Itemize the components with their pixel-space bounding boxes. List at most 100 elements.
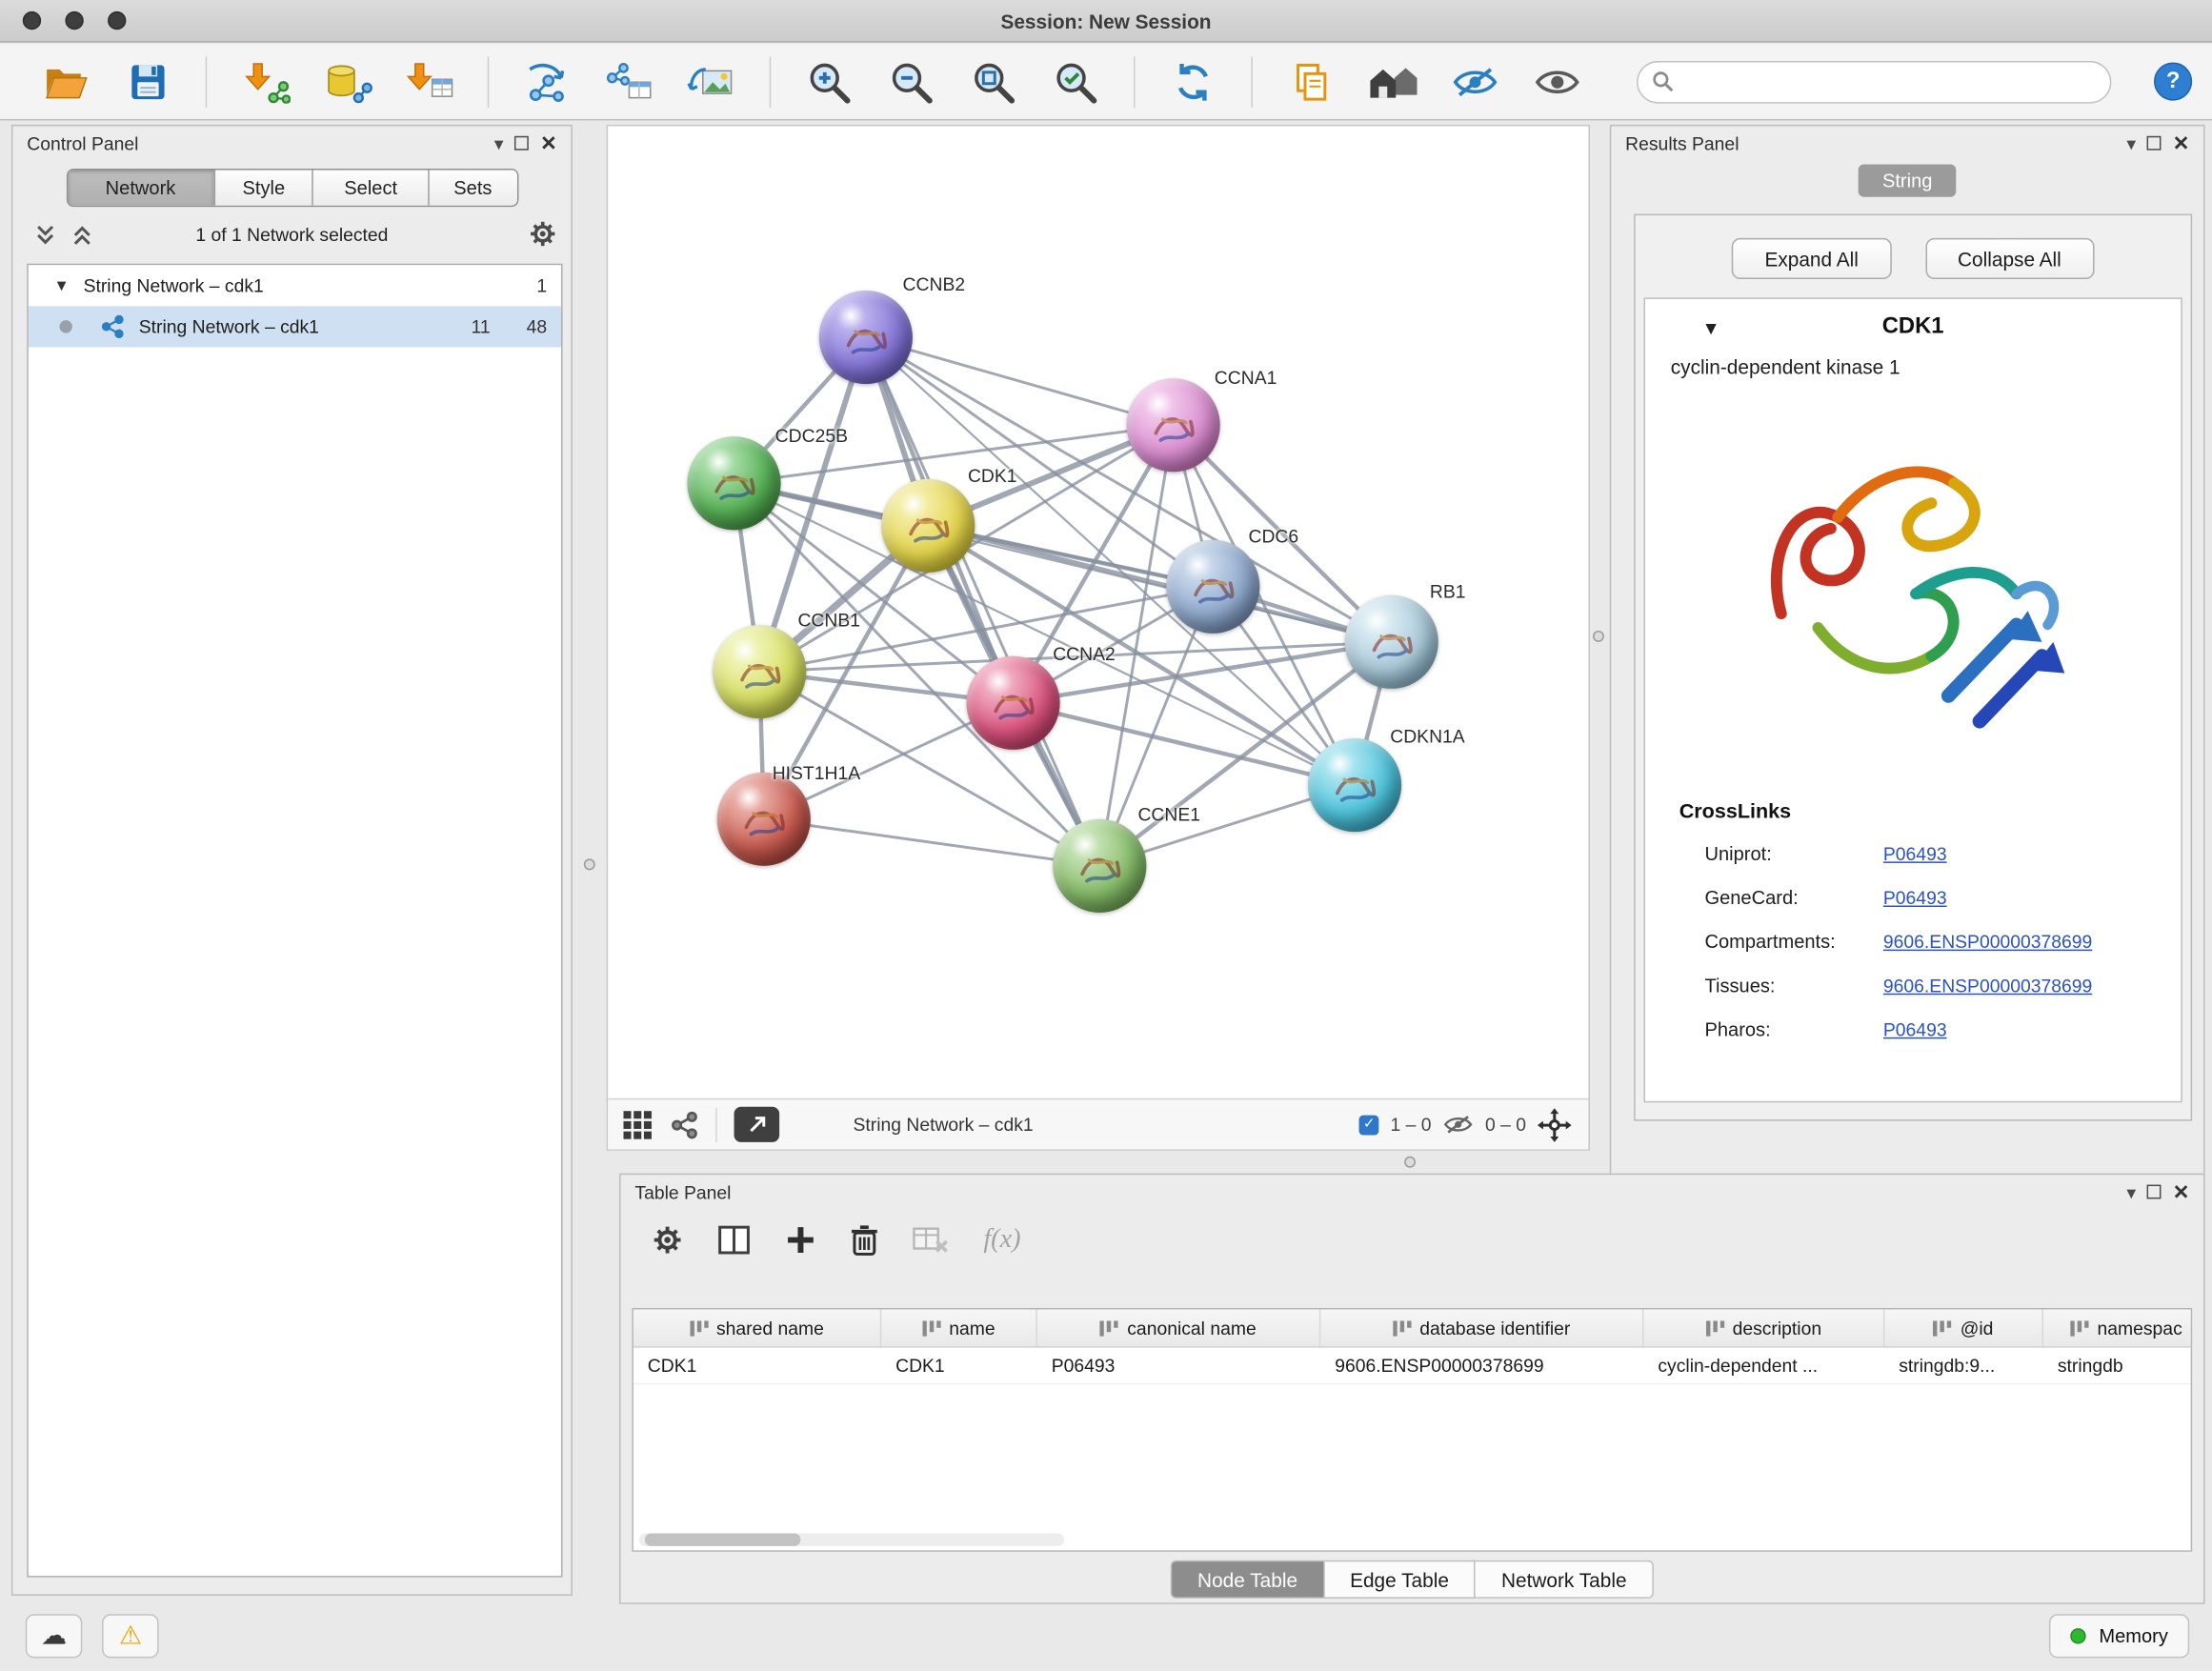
column-header--id[interactable]: @id bbox=[1884, 1309, 2043, 1346]
tab-network-table[interactable]: Network Table bbox=[1476, 1560, 1654, 1599]
tab-edge-table[interactable]: Edge Table bbox=[1324, 1560, 1476, 1599]
help-button[interactable]: ? bbox=[2154, 62, 2192, 100]
splitter-handle-right[interactable] bbox=[1593, 631, 1604, 642]
home-overview-button[interactable] bbox=[1361, 50, 1423, 112]
gear-icon[interactable] bbox=[529, 220, 557, 249]
close-panel-button[interactable]: ✕ bbox=[2173, 131, 2189, 155]
network-node-CDK1[interactable] bbox=[881, 479, 975, 573]
copy-document-button[interactable] bbox=[1279, 50, 1341, 112]
selected-checkbox-icon[interactable]: ✓ bbox=[1359, 1115, 1379, 1135]
crosslink-link-tissues[interactable]: 9606.ENSP00000378699 bbox=[1883, 975, 2092, 996]
network-node-CCNB2[interactable] bbox=[819, 291, 913, 384]
network-from-selection-button[interactable] bbox=[515, 50, 577, 112]
splitter-handle-bottom[interactable] bbox=[1404, 1157, 1416, 1168]
network-node-RB1[interactable] bbox=[1345, 595, 1438, 689]
table-cell[interactable]: stringdb:9... bbox=[1884, 1348, 2043, 1383]
network-node-CCNB1[interactable] bbox=[713, 625, 806, 718]
float-panel-button[interactable] bbox=[2147, 1185, 2162, 1199]
import-network-from-file-button[interactable] bbox=[233, 50, 295, 112]
table-settings-gear-icon[interactable] bbox=[652, 1224, 683, 1256]
crosslink-link-genecard[interactable]: P06493 bbox=[1883, 887, 1947, 908]
table-cell[interactable]: CDK1 bbox=[881, 1348, 1037, 1383]
network-view-icon[interactable] bbox=[671, 1110, 699, 1138]
tree-expand-icon[interactable]: ▼ bbox=[54, 277, 70, 294]
cloud-button[interactable]: ☁ bbox=[26, 1614, 83, 1658]
show-graphics-details-button[interactable] bbox=[1526, 50, 1588, 112]
table-cell[interactable]: cyclin-dependent ... bbox=[1644, 1348, 1885, 1383]
minimize-window-button[interactable] bbox=[65, 11, 83, 30]
crosslink-link-pharos[interactable]: P06493 bbox=[1883, 1019, 1947, 1040]
crosshair-icon[interactable] bbox=[1538, 1107, 1572, 1141]
scrollbar-thumb[interactable] bbox=[645, 1533, 801, 1545]
save-session-button[interactable] bbox=[116, 50, 178, 112]
memory-button[interactable]: Memory bbox=[2049, 1614, 2189, 1658]
tab-network[interactable]: Network bbox=[68, 171, 214, 206]
close-window-button[interactable] bbox=[23, 11, 41, 30]
network-edge[interactable] bbox=[764, 819, 1100, 866]
float-panel-button[interactable] bbox=[514, 136, 529, 151]
column-header-namespac[interactable]: namespac bbox=[2043, 1309, 2192, 1346]
network-node-CDC6[interactable] bbox=[1166, 540, 1259, 634]
hidden-eye-icon[interactable] bbox=[1442, 1114, 1474, 1135]
crosslink-link-uniprot[interactable]: P06493 bbox=[1883, 843, 1947, 864]
grid-view-icon[interactable] bbox=[622, 1109, 654, 1140]
show-columns-icon[interactable] bbox=[717, 1224, 752, 1256]
close-panel-button[interactable]: ✕ bbox=[540, 131, 556, 155]
protein-card-header[interactable]: ▼ CDK1 bbox=[1645, 299, 2181, 356]
network-and-table-button[interactable] bbox=[598, 50, 660, 112]
zoom-in-button[interactable] bbox=[797, 50, 859, 112]
crosslink-link-compartments[interactable]: 9606.ENSP00000378699 bbox=[1883, 931, 2092, 952]
tab-select[interactable]: Select bbox=[312, 171, 428, 206]
function-builder-icon[interactable]: f(x) bbox=[983, 1224, 1020, 1256]
expand-all-button[interactable]: Expand All bbox=[1732, 238, 1891, 279]
table-cell[interactable]: P06493 bbox=[1037, 1348, 1321, 1383]
column-header-description[interactable]: description bbox=[1644, 1309, 1885, 1346]
delete-column-trash-icon[interactable] bbox=[851, 1223, 879, 1256]
column-header-shared-name[interactable]: shared name bbox=[633, 1309, 881, 1346]
splitter-handle-left[interactable] bbox=[584, 858, 595, 870]
network-edge[interactable] bbox=[866, 337, 1174, 425]
delete-table-icon[interactable] bbox=[913, 1226, 950, 1255]
table-horizontal-scrollbar[interactable] bbox=[639, 1533, 1064, 1545]
panel-menu-icon[interactable]: ▾ bbox=[2126, 1182, 2136, 1200]
network-edge[interactable] bbox=[928, 526, 1391, 642]
network-row-selected[interactable]: String Network – cdk1 11 48 bbox=[29, 306, 561, 347]
float-panel-button[interactable] bbox=[2147, 136, 2162, 151]
import-network-from-database-button[interactable] bbox=[316, 50, 378, 112]
network-node-HIST1H1A[interactable] bbox=[717, 773, 811, 866]
network-node-CCNA2[interactable] bbox=[966, 656, 1059, 750]
network-node-CCNA1[interactable] bbox=[1127, 378, 1220, 472]
table-cell[interactable]: 9606.ENSP00000378699 bbox=[1320, 1348, 1643, 1383]
hide-graphics-details-button[interactable] bbox=[1444, 50, 1506, 112]
maximize-window-button[interactable] bbox=[108, 11, 126, 30]
tab-sets[interactable]: Sets bbox=[428, 171, 516, 206]
zoom-selected-button[interactable] bbox=[1044, 50, 1106, 112]
import-table-button[interactable] bbox=[398, 50, 460, 112]
column-header-database-identifier[interactable]: database identifier bbox=[1320, 1309, 1643, 1346]
table-cell[interactable]: stringdb bbox=[2043, 1348, 2192, 1383]
network-node-CDKN1A[interactable] bbox=[1308, 738, 1401, 832]
tab-style[interactable]: Style bbox=[213, 171, 312, 206]
column-header-name[interactable]: name bbox=[881, 1309, 1037, 1346]
network-node-CCNE1[interactable] bbox=[1053, 819, 1146, 913]
warnings-button[interactable]: ⚠ bbox=[102, 1614, 159, 1658]
tab-node-table[interactable]: Node Table bbox=[1171, 1560, 1325, 1599]
panel-menu-icon[interactable]: ▾ bbox=[494, 134, 504, 152]
table-row[interactable]: CDK1CDK1P064939606.ENSP00000378699cyclin… bbox=[633, 1348, 2191, 1385]
export-view-button[interactable] bbox=[734, 1107, 780, 1142]
network-canvas[interactable]: CCNB2CCNA1CDC25BCDK1CDC6RB1CCNB1CCNA2CDK… bbox=[608, 126, 1588, 1097]
table-cell[interactable]: CDK1 bbox=[633, 1348, 881, 1383]
collapse-section-icon[interactable]: ▼ bbox=[1701, 316, 1719, 337]
zoom-fit-button[interactable] bbox=[962, 50, 1024, 112]
add-column-icon[interactable] bbox=[785, 1224, 816, 1256]
collapse-all-button[interactable]: Collapse All bbox=[1925, 238, 2094, 279]
column-header-canonical-name[interactable]: canonical name bbox=[1037, 1309, 1321, 1346]
network-edge[interactable] bbox=[866, 337, 1099, 866]
network-node-CDC25B[interactable] bbox=[687, 436, 780, 530]
export-network-image-button[interactable] bbox=[680, 50, 742, 112]
panel-menu-icon[interactable]: ▾ bbox=[2126, 134, 2136, 152]
network-collection-row[interactable]: ▼ String Network – cdk1 1 bbox=[29, 265, 561, 306]
search-input[interactable] bbox=[1682, 70, 2096, 91]
close-panel-button[interactable]: ✕ bbox=[2173, 1179, 2189, 1203]
refresh-layout-button[interactable] bbox=[1162, 50, 1224, 112]
